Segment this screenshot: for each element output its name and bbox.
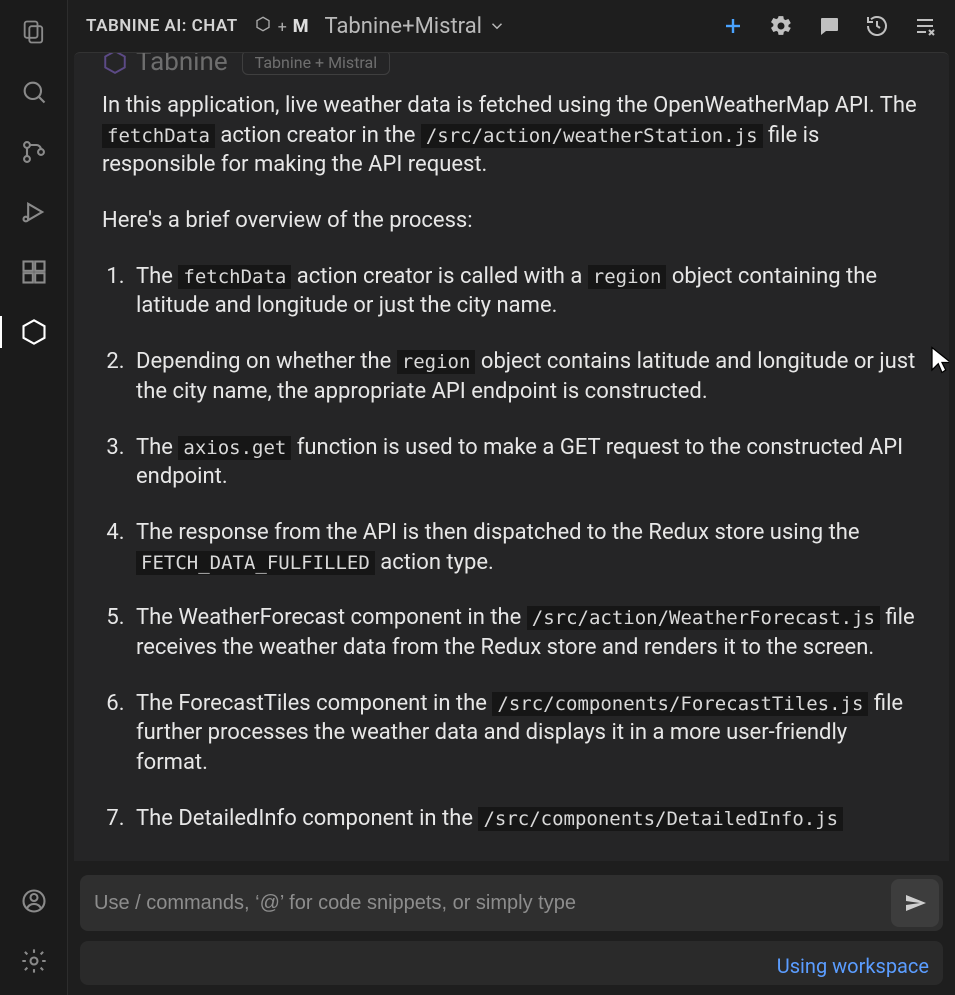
inline-code: /src/action/WeatherForecast.js [527,606,880,630]
chat-input[interactable] [94,892,891,915]
inline-code: /src/action/weatherStation.js [421,124,763,148]
activity-bar [0,0,68,995]
clear-list-icon[interactable] [913,14,937,38]
list-item: The ForecastTiles component in the /src/… [130,689,921,778]
inline-code: axios.get [178,436,291,460]
tabnine-logo-icon [102,52,128,75]
tabnine-icon[interactable] [18,316,50,348]
list-item: The fetchData action creator is called w… [130,262,921,321]
search-icon[interactable] [18,76,50,108]
settings-gear-icon[interactable] [18,945,50,977]
model-selector[interactable]: Tabnine+Mistral [325,14,506,39]
list-item: The axios.get function is used to make a… [130,433,921,492]
inline-code: fetchData [102,124,215,148]
extensions-icon[interactable] [18,256,50,288]
assistant-header: Tabnine Tabnine + Mistral [102,52,921,77]
source-control-icon[interactable] [18,136,50,168]
response-paragraph: In this application, live weather data i… [102,91,921,180]
inline-code: /src/components/DetailedInfo.js [478,807,843,831]
main-panel: TABNINE AI: CHAT + M Tabnine+Mistral [68,0,955,995]
inline-code: /src/components/ForecastTiles.js [492,692,868,716]
model-name: Tabnine+Mistral [325,14,482,39]
run-debug-icon[interactable] [18,196,50,228]
list-item: The DetailedInfo component in the /src/c… [130,804,921,834]
chevron-down-icon [488,17,506,35]
hex-icon[interactable] [254,15,272,37]
list-item: Depending on whether the region object c… [130,347,921,406]
workspace-link[interactable]: Using workspace [777,954,929,978]
explorer-icon[interactable] [18,16,50,48]
inline-code: FETCH_DATA_FULFILLED [136,551,375,575]
new-chat-icon[interactable] [721,14,745,38]
response-paragraph: Here's a brief overview of the process: [102,206,921,236]
gear-icon[interactable] [769,14,793,38]
assistant-name: Tabnine [136,52,228,77]
inline-code: fetchData [178,265,291,289]
inline-code: region [397,350,476,374]
chat-input-area: Using workspace [68,861,955,995]
chat-bubble-icon[interactable] [817,14,841,38]
list-item: The response from the API is then dispat… [130,518,921,577]
chat-input-row[interactable] [80,875,943,931]
assistant-response: In this application, live weather data i… [102,91,921,833]
panel-title: TABNINE AI: CHAT [86,16,238,36]
assistant-model-chip: Tabnine + Mistral [242,52,390,75]
response-list: The fetchData action creator is called w… [102,262,921,834]
account-icon[interactable] [18,885,50,917]
chat-footer: Using workspace [80,941,943,985]
inline-code: region [588,265,667,289]
mouse-cursor-icon [927,345,949,375]
m-logo-icon: M [293,16,309,37]
chat-body[interactable]: Tabnine Tabnine + Mistral In this applic… [74,52,949,861]
send-icon [903,891,927,915]
send-button[interactable] [891,879,939,927]
history-icon[interactable] [865,14,889,38]
plus-small-icon: + [278,17,287,36]
list-item: The WeatherForecast component in the /sr… [130,603,921,662]
panel-header: TABNINE AI: CHAT + M Tabnine+Mistral [68,0,955,52]
